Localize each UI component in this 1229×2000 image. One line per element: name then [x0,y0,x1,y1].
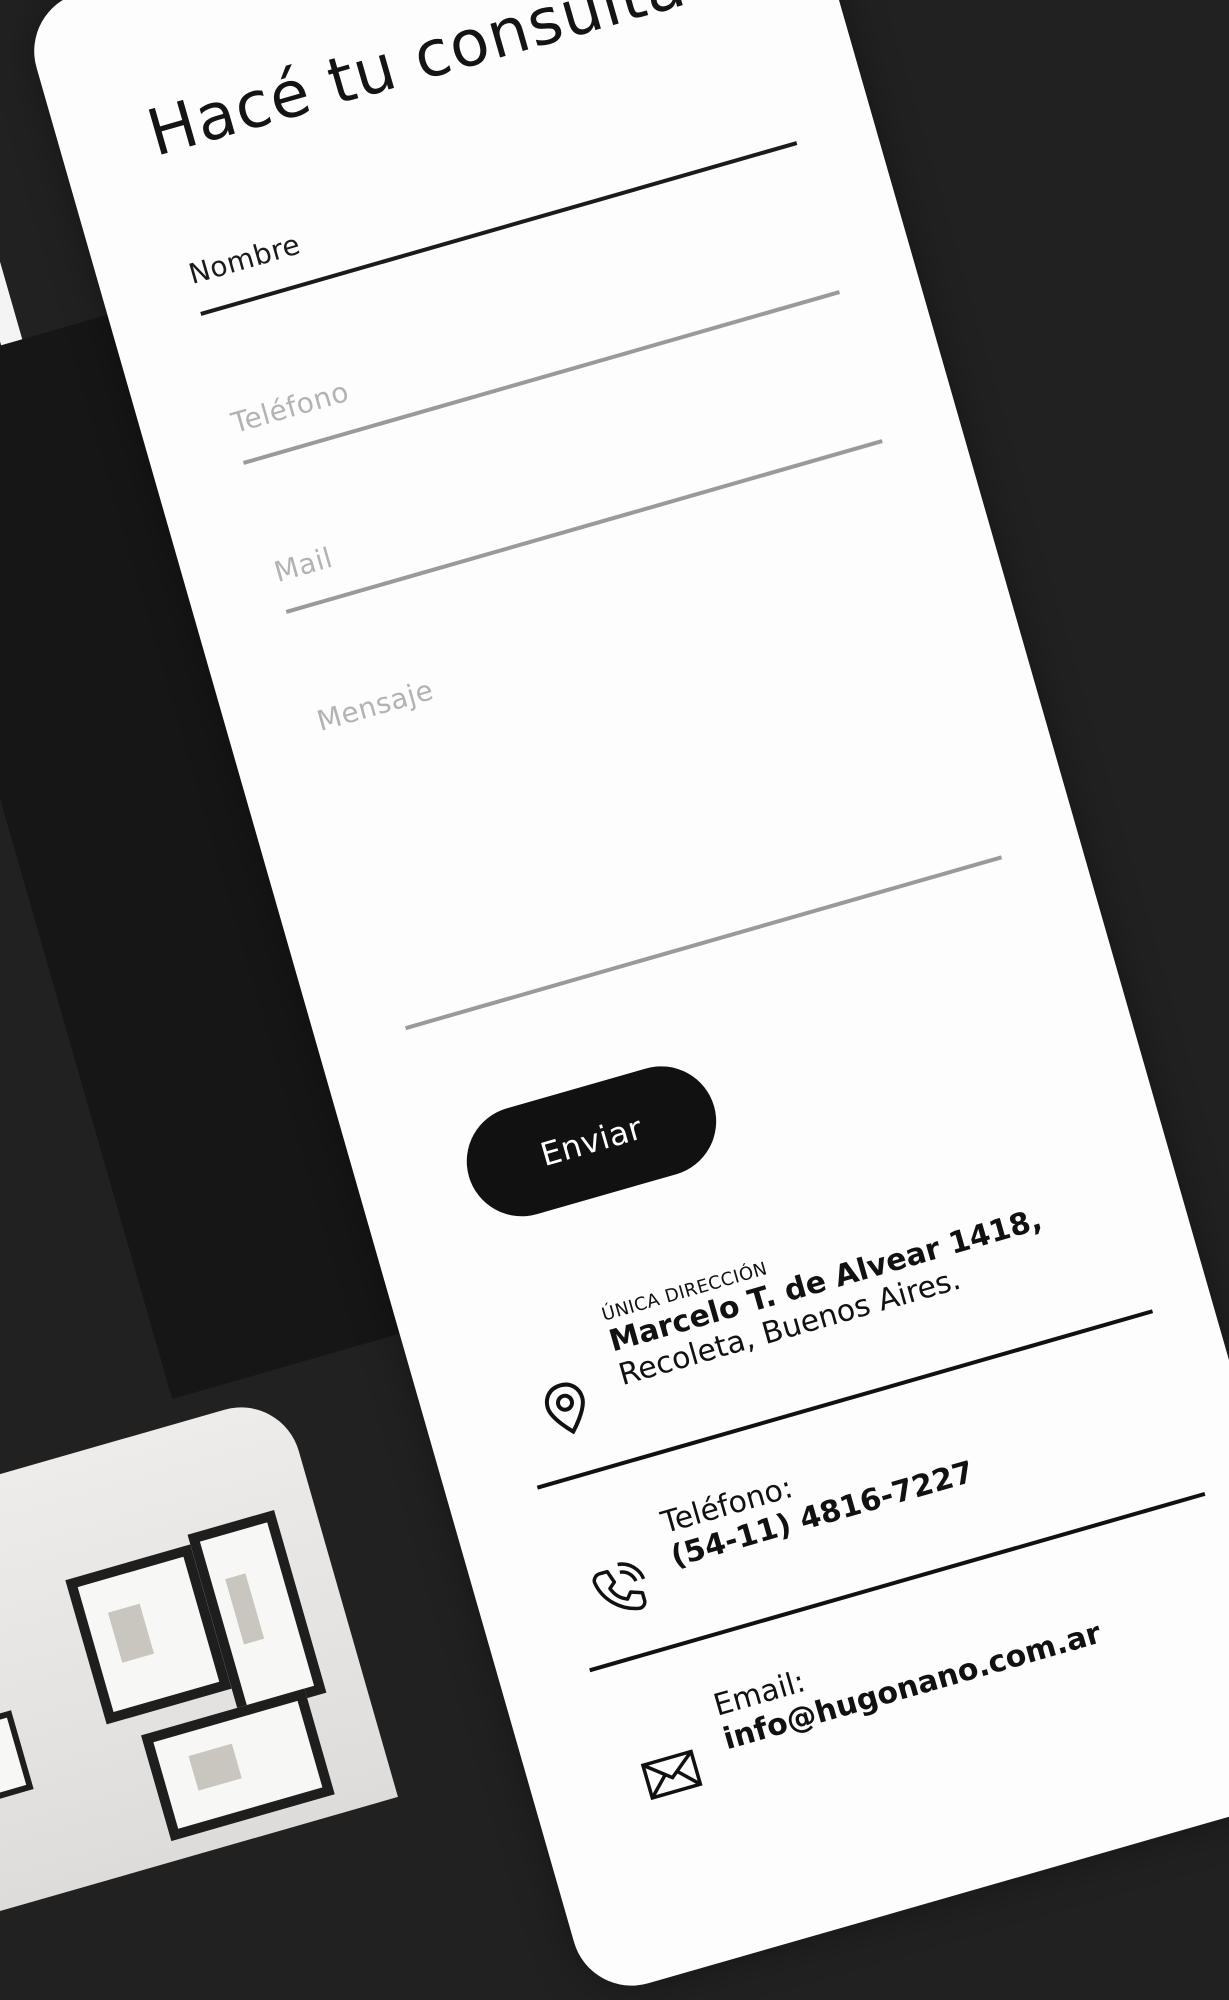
enviar-button[interactable]: Enviar [453,1053,730,1230]
wall-frame [141,1688,335,1842]
address-text: ÚNICA DIRECCIÓN Marcelo T. de Alvear 141… [600,1182,1056,1393]
location-pin-icon [544,1382,585,1435]
phone-text: Teléfono: (54-11) 4816-7227 [657,1421,977,1575]
phone-icon [592,1562,647,1611]
office-photo [0,1393,398,1924]
mensaje-underline [405,855,1003,1031]
wall-frame [0,1710,34,1815]
envelope-icon [640,1749,703,1801]
mensaje-field[interactable]: Mensaje [313,535,1003,1031]
